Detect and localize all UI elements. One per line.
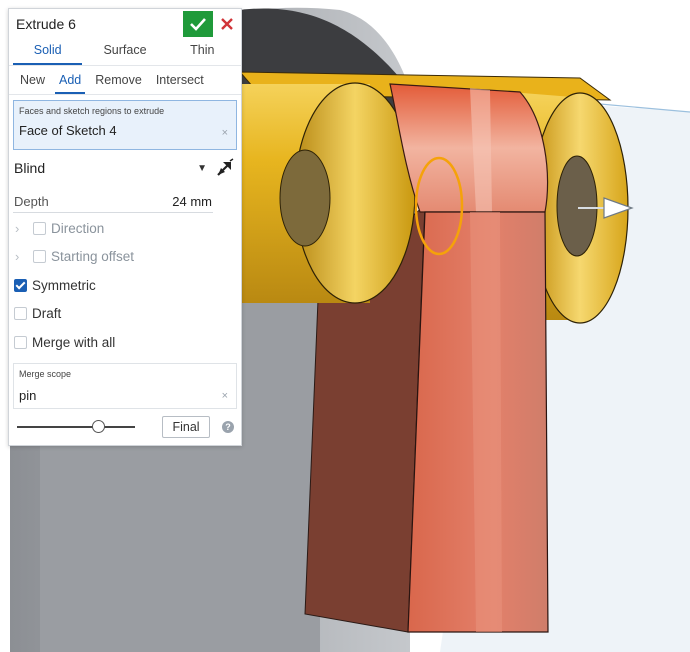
faces-selection-value: Face of Sketch 4 xyxy=(19,123,117,138)
direction-label: Direction xyxy=(51,220,105,236)
rollback-slider-knob[interactable] xyxy=(92,420,105,433)
left-hole xyxy=(279,149,331,247)
clear-merge-scope-icon[interactable]: × xyxy=(222,390,228,402)
direction-checkbox[interactable] xyxy=(33,221,46,235)
depth-input[interactable]: 24 mm xyxy=(172,194,212,209)
depth-label: Depth xyxy=(14,193,49,209)
end-type-row: Blind ▼ xyxy=(9,156,241,180)
close-icon xyxy=(221,18,233,30)
checkmark-icon xyxy=(190,18,206,31)
draft-label: Draft xyxy=(32,305,62,321)
starting-offset-checkbox[interactable] xyxy=(33,249,46,263)
op-tab-remove[interactable]: Remove xyxy=(88,66,149,94)
extrude-dialog: Extrude 6 Solid Surface Thin New Add Rem… xyxy=(8,8,242,446)
merge-scope-label: Merge scope xyxy=(19,369,72,379)
accept-button[interactable] xyxy=(183,11,213,37)
clear-selection-icon[interactable]: × xyxy=(222,127,228,139)
op-tab-add[interactable]: Add xyxy=(52,66,88,94)
rollback-slider-track[interactable] xyxy=(17,426,135,428)
faces-selection-field[interactable]: Faces and sketch regions to extrude Face… xyxy=(13,100,237,150)
symmetric-checkbox[interactable] xyxy=(14,278,27,292)
op-tab-new[interactable]: New xyxy=(13,66,52,94)
end-type-select[interactable]: Blind xyxy=(14,160,197,176)
caret-down-icon[interactable]: ▼ xyxy=(197,163,207,174)
direction-row: › Direction xyxy=(9,216,241,240)
depth-row: Depth 24 mm xyxy=(9,189,241,213)
starting-offset-label: Starting offset xyxy=(51,248,135,264)
merge-with-all-label: Merge with all xyxy=(32,334,116,350)
chevron-right-icon[interactable]: › xyxy=(15,221,27,236)
right-hole xyxy=(556,155,598,257)
symmetric-label: Symmetric xyxy=(32,277,96,293)
merge-scope-field[interactable]: Merge scope pin × xyxy=(13,363,237,409)
dialog-title: Extrude 6 xyxy=(16,16,76,32)
dialog-header: Extrude 6 xyxy=(9,9,241,39)
op-tab-intersect[interactable]: Intersect xyxy=(149,66,211,94)
starting-offset-row: › Starting offset xyxy=(9,244,241,268)
help-icon[interactable]: ? xyxy=(222,421,234,433)
merge-with-all-checkbox[interactable] xyxy=(14,335,27,349)
red-boss-top xyxy=(389,83,549,213)
draft-row: Draft xyxy=(9,301,241,325)
depth-underline xyxy=(13,212,213,213)
draft-checkbox[interactable] xyxy=(14,306,27,320)
final-button[interactable]: Final xyxy=(162,416,210,438)
faces-selection-label: Faces and sketch regions to extrude xyxy=(19,106,165,116)
chevron-right-icon[interactable]: › xyxy=(15,249,27,264)
operation-tabs: New Add Remove Intersect xyxy=(9,66,241,95)
body-type-tabs: Solid Surface Thin xyxy=(9,39,241,66)
cancel-button[interactable] xyxy=(217,11,237,37)
merge-with-all-row: Merge with all xyxy=(9,330,241,354)
tab-thin[interactable]: Thin xyxy=(164,39,241,65)
rollback-slider-row: Final ? xyxy=(9,414,241,438)
flip-direction-icon[interactable] xyxy=(215,158,235,178)
tab-solid[interactable]: Solid xyxy=(9,39,86,65)
tab-surface[interactable]: Surface xyxy=(86,39,163,65)
merge-scope-value: pin xyxy=(19,388,37,403)
symmetric-row: Symmetric xyxy=(9,273,241,297)
